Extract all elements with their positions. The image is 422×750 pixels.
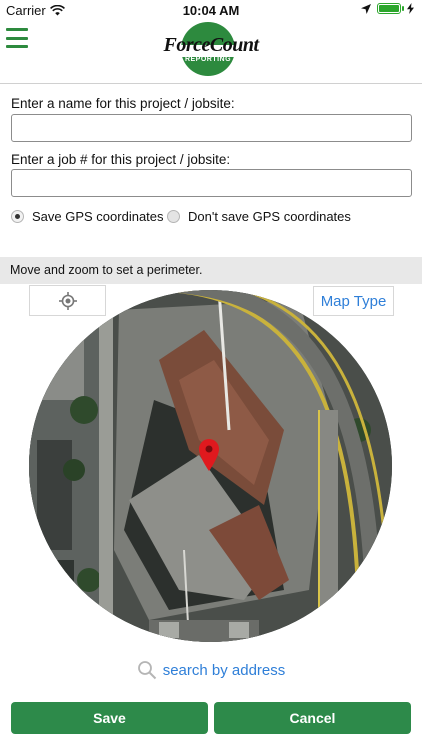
cancel-button[interactable]: Cancel <box>214 702 411 734</box>
status-right-icons <box>361 3 414 14</box>
forcecount-logo: ForceCount REPORTING <box>153 22 269 80</box>
radio-unselected[interactable] <box>167 210 180 223</box>
job-number-input[interactable] <box>11 169 412 197</box>
gps-option-dont-save-label: Don't save GPS coordinates <box>188 209 351 224</box>
project-name-input[interactable] <box>11 114 412 142</box>
radio-selected[interactable] <box>11 210 24 223</box>
search-by-address-label: search by address <box>162 661 286 679</box>
location-arrow-icon <box>361 3 371 14</box>
status-time: 10:04 AM <box>182 3 240 18</box>
map-area <box>0 284 422 644</box>
map-instruction-bar: Move and zoom to set a perimeter. <box>0 257 422 284</box>
project-name-label: Enter a name for this project / jobsite: <box>11 96 235 111</box>
search-by-address[interactable]: search by address <box>0 660 422 680</box>
locate-crosshair-icon <box>58 291 77 310</box>
job-number-label: Enter a job # for this project / jobsite… <box>11 152 231 167</box>
status-bar: Carrier 10:04 AM <box>0 0 422 20</box>
gps-option-save-label: Save GPS coordinates <box>32 209 164 224</box>
map-type-button[interactable]: Map Type <box>313 286 394 316</box>
nav-bar: ForceCount REPORTING <box>0 20 422 84</box>
gps-option-save[interactable]: Save GPS coordinates <box>11 209 164 224</box>
locate-button[interactable] <box>29 285 106 316</box>
satellite-map[interactable] <box>29 290 392 642</box>
map-pin-icon[interactable] <box>199 439 219 471</box>
save-button[interactable]: Save <box>11 702 208 734</box>
logo-title: ForceCount <box>163 34 259 56</box>
battery-icon <box>377 3 404 14</box>
gps-option-dont-save[interactable]: Don't save GPS coordinates <box>167 209 351 224</box>
hamburger-menu-icon[interactable] <box>6 28 28 48</box>
logo-subtitle: REPORTING <box>184 56 232 63</box>
search-icon <box>137 661 156 680</box>
charging-bolt-icon <box>407 3 414 14</box>
